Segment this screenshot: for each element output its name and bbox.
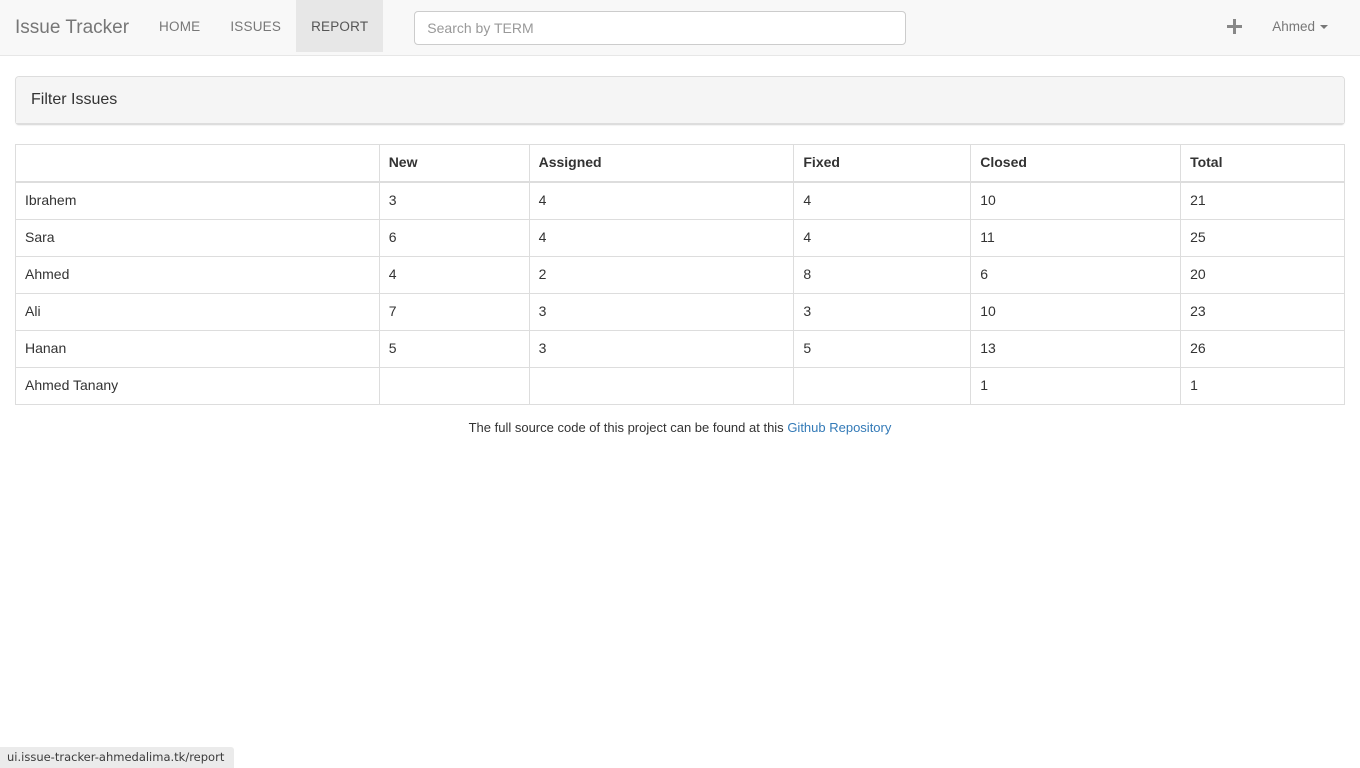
navbar-left-group: Issue Tracker HOME ISSUES REPORT: [0, 0, 907, 55]
table-row: Ahmed 4 2 8 6 20: [15, 255, 1345, 294]
nav-item-report[interactable]: REPORT: [296, 0, 384, 52]
cell-new: 6: [378, 218, 530, 257]
cell-assigned: 2: [528, 255, 795, 294]
cell-owner: Hanan: [15, 329, 380, 368]
cell-fixed: 5: [793, 329, 972, 368]
main-nav: HOME ISSUES REPORT: [144, 0, 384, 55]
cell-fixed: [793, 366, 972, 405]
search-form: [414, 0, 907, 55]
column-header-fixed: Fixed: [793, 143, 972, 183]
table-row: Ahmed Tanany 1 1: [15, 366, 1345, 405]
table-row: Ibrahem 3 4 4 10 21: [15, 181, 1345, 220]
column-header-owner: [15, 143, 380, 183]
filter-issues-panel: Filter Issues: [15, 76, 1345, 125]
nav-item-issues[interactable]: ISSUES: [215, 0, 296, 52]
search-input[interactable]: [414, 10, 907, 45]
cell-fixed: 4: [793, 181, 972, 220]
cell-closed: 10: [970, 292, 1182, 331]
cell-owner: Ahmed Tanany: [15, 366, 380, 405]
brand-logo[interactable]: Issue Tracker: [0, 0, 144, 55]
cell-fixed: 8: [793, 255, 972, 294]
add-issue-button[interactable]: [1211, 0, 1257, 52]
column-header-new: New: [378, 143, 530, 183]
top-navbar: Issue Tracker HOME ISSUES REPORT Ahmed: [0, 0, 1360, 56]
nav-item-home[interactable]: HOME: [144, 0, 215, 52]
cell-assigned: 3: [528, 329, 795, 368]
cell-closed: 1: [970, 366, 1182, 405]
panel-title: Filter Issues: [31, 91, 118, 108]
report-table-wrapper: New Assigned Fixed Closed Total Ibrahem …: [15, 143, 1345, 405]
table-row: Sara 6 4 4 11 25: [15, 218, 1345, 257]
cell-owner: Ibrahem: [15, 181, 380, 220]
plus-icon: [1226, 18, 1243, 34]
navbar-right-group: Ahmed: [1211, 0, 1360, 55]
cell-assigned: 4: [528, 181, 795, 220]
cell-closed: 6: [970, 255, 1182, 294]
column-header-total: Total: [1180, 143, 1345, 183]
report-table: New Assigned Fixed Closed Total Ibrahem …: [15, 143, 1345, 405]
footer-note-text: The full source code of this project can…: [468, 419, 784, 435]
cell-new: 4: [378, 255, 530, 294]
cell-closed: 10: [970, 181, 1182, 220]
column-header-closed: Closed: [970, 143, 1182, 183]
cell-total: 23: [1180, 292, 1345, 331]
cell-new: 5: [378, 329, 530, 368]
cell-total: 20: [1180, 255, 1345, 294]
github-repository-link[interactable]: Github Repository: [787, 420, 891, 435]
cell-fixed: 3: [793, 292, 972, 331]
column-header-assigned: Assigned: [528, 143, 795, 183]
table-row: Ali 7 3 3 10 23: [15, 292, 1345, 331]
cell-owner: Ahmed: [15, 255, 380, 294]
nav-item-issues-wrap: ISSUES: [215, 0, 296, 55]
cell-new: [378, 366, 530, 405]
cell-new: 7: [378, 292, 530, 331]
table-row: Hanan 5 3 5 13 26: [15, 329, 1345, 368]
cell-total: 25: [1180, 218, 1345, 257]
footer-note: The full source code of this project can…: [15, 419, 1345, 437]
cell-fixed: 4: [793, 218, 972, 257]
report-table-head: New Assigned Fixed Closed Total: [15, 143, 1345, 183]
page-container: Filter Issues New Assigned Fixed Closed …: [0, 76, 1360, 437]
cell-total: 1: [1180, 366, 1345, 405]
cell-owner: Sara: [15, 218, 380, 257]
user-menu-label: Ahmed: [1272, 18, 1315, 34]
cell-total: 21: [1180, 181, 1345, 220]
cell-closed: 13: [970, 329, 1182, 368]
cell-new: 3: [378, 181, 530, 220]
cell-assigned: 3: [528, 292, 795, 331]
nav-item-home-wrap: HOME: [144, 0, 215, 55]
cell-total: 26: [1180, 329, 1345, 368]
table-header-row: New Assigned Fixed Closed Total: [15, 143, 1345, 183]
status-bar-url: ui.issue-tracker-ahmedalima.tk/report: [0, 747, 235, 768]
filter-issues-panel-heading[interactable]: Filter Issues: [16, 77, 1344, 124]
chevron-down-icon: [1320, 25, 1328, 29]
cell-assigned: 4: [528, 218, 795, 257]
user-menu-dropdown[interactable]: Ahmed: [1257, 0, 1343, 52]
report-table-body: Ibrahem 3 4 4 10 21 Sara 6 4 4 11 25 Ahm…: [15, 181, 1345, 405]
cell-assigned: [528, 366, 795, 405]
cell-closed: 11: [970, 218, 1182, 257]
cell-owner: Ali: [15, 292, 380, 331]
nav-item-report-wrap: REPORT: [296, 0, 384, 55]
